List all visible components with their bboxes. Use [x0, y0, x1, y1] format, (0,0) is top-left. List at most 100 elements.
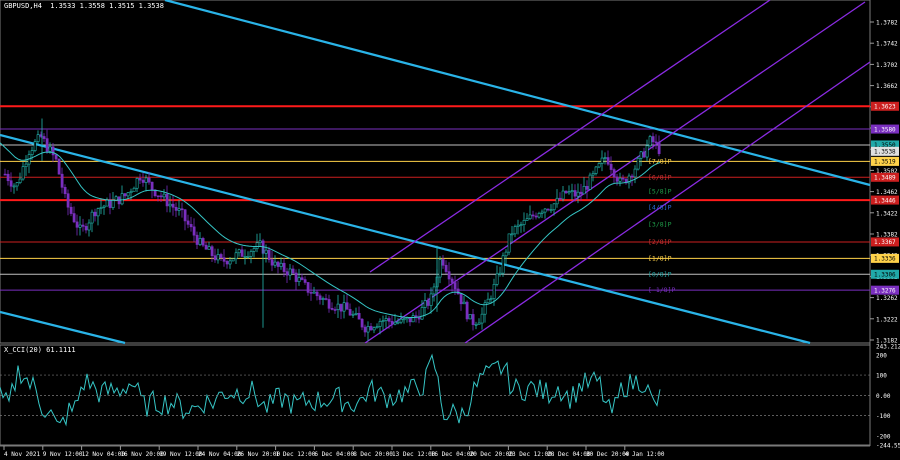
candle-body — [324, 298, 328, 300]
candle-body — [240, 249, 244, 257]
cci-tick-label: 200 — [876, 352, 887, 359]
candle-body — [609, 163, 613, 170]
candle-body — [15, 182, 19, 187]
cci-tick-label: -100 — [876, 413, 891, 420]
candle-body — [96, 208, 100, 217]
candle-body — [429, 293, 433, 306]
candle-body — [561, 190, 565, 200]
cci-tick-label: 243.2126 — [876, 344, 900, 351]
candle-body — [297, 277, 301, 282]
candle-body — [585, 185, 589, 190]
candle-body — [90, 211, 94, 224]
candle-body — [192, 226, 196, 236]
candle-body — [621, 177, 625, 180]
candle-body — [162, 193, 166, 198]
candle-body — [12, 185, 16, 188]
price-tick-label: 1.3702 — [876, 62, 898, 69]
candle-body — [369, 326, 373, 331]
candle-body — [603, 157, 607, 159]
candle-body — [204, 244, 208, 250]
candle-body — [534, 215, 538, 218]
candle-body — [144, 177, 148, 183]
time-tick-label: 20 Dec 20:00 — [470, 451, 514, 458]
ohlc-values: 1.3533 1.3558 1.3515 1.3538 — [50, 2, 164, 10]
candle-body — [147, 177, 151, 183]
cci-tick-label: -244.555 — [876, 443, 900, 450]
symbol-label: GBPUSD,H4 — [4, 2, 42, 10]
candle-body — [507, 233, 511, 253]
candle-body — [648, 136, 652, 147]
candle-body — [357, 313, 361, 320]
candle-body — [75, 221, 79, 228]
candle-body — [60, 173, 64, 188]
candle-body — [594, 166, 598, 174]
candle-body — [468, 314, 472, 320]
candle-body — [66, 193, 70, 208]
candle-body — [6, 173, 10, 182]
price-chart[interactable]: 1.37821.37421.37021.36621.36221.35821.35… — [0, 0, 900, 460]
time-tick-label: 24 Nov 04:00 — [198, 451, 242, 458]
price-tick-label: 1.3262 — [876, 295, 898, 302]
candle-body — [471, 314, 475, 325]
candle-body — [399, 318, 403, 323]
candle-body — [360, 318, 364, 328]
candle-body — [105, 199, 109, 207]
candle-body — [528, 214, 532, 220]
candle-body — [189, 224, 193, 228]
price-tag-label: 1.3276 — [874, 287, 896, 294]
candle-body — [207, 246, 211, 250]
candle-body — [231, 258, 235, 262]
candle-body — [363, 326, 367, 333]
murrey-level-label: [-1/8]P — [648, 286, 675, 294]
candle-body — [45, 138, 49, 152]
candle-body — [306, 282, 310, 293]
candle-body — [588, 174, 592, 190]
candle-body — [270, 259, 274, 266]
candle-body — [213, 255, 217, 261]
murrey-level-label: [3/8]P — [648, 220, 672, 228]
candle-body — [93, 211, 97, 217]
candle-body — [657, 142, 661, 154]
candle-body — [129, 191, 133, 193]
time-tick-label: 6 Dec 04:00 — [314, 451, 354, 458]
candle-body — [510, 233, 514, 236]
candle-body — [537, 213, 541, 218]
candle-body — [462, 301, 466, 305]
candle-body — [639, 151, 643, 159]
candle-body — [351, 313, 355, 316]
candle-body — [492, 284, 496, 299]
candle-body — [63, 187, 67, 195]
candle-body — [249, 251, 253, 257]
time-tick-label: 13 Dec 12:00 — [392, 451, 436, 458]
candle-body — [453, 282, 457, 290]
time-tick-label: 8 Dec 20:00 — [353, 451, 393, 458]
candle-body — [78, 224, 82, 228]
candle-body — [84, 226, 88, 231]
price-tick-label: 1.3662 — [876, 83, 898, 90]
price-tag-label: 1.3489 — [874, 174, 896, 181]
candle-body — [564, 190, 568, 194]
time-tick-label: 23 Dec 12:00 — [508, 451, 552, 458]
time-tick-label: 4 Jan 12:00 — [625, 451, 665, 458]
candle-body — [519, 224, 523, 226]
cci-tick-label: 0.00 — [876, 393, 891, 400]
candle-body — [285, 271, 289, 276]
candle-body — [441, 259, 445, 266]
candle-body — [198, 238, 202, 245]
candle-body — [576, 191, 580, 197]
candle-body — [210, 246, 214, 256]
candle-body — [501, 255, 505, 274]
candle-body — [318, 295, 322, 300]
candle-body — [495, 273, 499, 285]
murrey-level-label: [5/8]P — [648, 188, 672, 196]
candle-body — [234, 252, 238, 260]
candle-body — [411, 315, 415, 323]
candle-body — [303, 279, 307, 283]
candle-body — [264, 249, 268, 254]
candle-body — [288, 268, 292, 276]
candle-body — [183, 209, 187, 222]
candle-body — [141, 179, 145, 183]
candle-body — [477, 322, 481, 325]
candle-body — [252, 248, 256, 252]
candle-body — [123, 193, 127, 197]
